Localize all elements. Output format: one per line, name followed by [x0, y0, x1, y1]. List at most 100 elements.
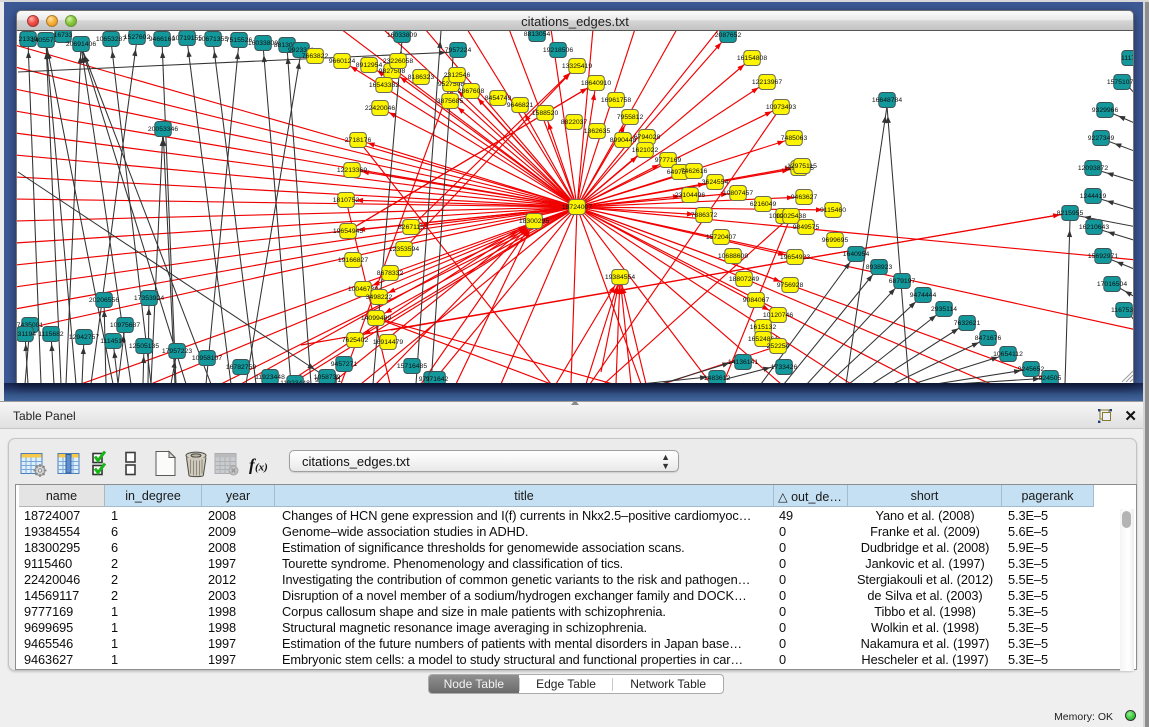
- svg-text:10973493: 10973493: [766, 104, 796, 111]
- svg-text:8990448: 8990448: [610, 137, 637, 144]
- svg-text:9115460: 9115460: [820, 207, 846, 214]
- svg-text:16210643: 16210643: [1079, 224, 1109, 231]
- svg-text:16782759: 16782759: [226, 364, 256, 371]
- svg-text:1362635: 1362635: [584, 128, 611, 135]
- svg-text:1527602: 1527602: [124, 34, 151, 41]
- svg-text:16648784: 16648784: [872, 97, 902, 104]
- svg-text:10807457: 10807457: [723, 190, 753, 197]
- svg-text:9777169: 9777169: [655, 157, 682, 164]
- svg-text:8813054: 8813054: [524, 31, 551, 38]
- svg-text:9227349: 9227349: [1088, 135, 1115, 142]
- svg-text:15692971: 15692971: [1088, 253, 1118, 260]
- svg-text:23226058: 23226058: [383, 58, 413, 65]
- svg-text:9463627: 9463627: [791, 194, 818, 201]
- svg-text:19654945: 19654945: [333, 228, 363, 235]
- svg-text:12093872: 12093872: [1078, 165, 1108, 172]
- svg-text:6216049: 6216049: [750, 201, 777, 208]
- svg-text:23104496: 23104496: [675, 192, 705, 199]
- svg-text:12353594: 12353594: [389, 246, 419, 253]
- svg-text:2312546: 2312546: [444, 72, 471, 79]
- svg-text:12942757: 12942757: [69, 334, 99, 341]
- svg-text:14136141: 14136141: [728, 359, 758, 366]
- svg-text:2087652: 2087652: [715, 32, 742, 39]
- svg-text:(x): (x): [255, 462, 268, 474]
- svg-text:8471676: 8471676: [975, 335, 1002, 342]
- svg-text:17957223: 17957223: [162, 348, 192, 355]
- svg-text:12975115: 12975115: [787, 163, 817, 170]
- svg-text:16914479: 16914479: [373, 339, 403, 346]
- svg-text:9474444: 9474444: [910, 292, 937, 299]
- svg-text:8822037: 8822037: [561, 119, 588, 126]
- svg-text:9660124: 9660124: [329, 58, 356, 65]
- svg-text:17353924: 17353924: [134, 295, 164, 302]
- svg-text:17016504: 17016504: [1097, 281, 1127, 288]
- svg-text:1167534: 1167534: [1111, 307, 1134, 314]
- svg-text:18640910: 18640910: [581, 80, 611, 87]
- svg-text:11172: 11172: [1121, 55, 1134, 62]
- svg-text:7886372: 7886372: [691, 212, 718, 219]
- svg-text:1615132: 1615132: [750, 324, 777, 331]
- svg-text:15716485: 15716485: [397, 363, 427, 370]
- svg-text:1244419: 1244419: [1080, 193, 1107, 200]
- svg-text:1733426: 1733426: [771, 364, 798, 371]
- svg-text:3875685: 3875685: [437, 98, 464, 105]
- svg-text:19654923: 19654923: [780, 254, 810, 261]
- svg-text:10654112: 10654112: [993, 351, 1023, 358]
- svg-text:1114519: 1114519: [100, 338, 126, 345]
- svg-text:10975687: 10975687: [110, 322, 140, 329]
- svg-text:15720407: 15720407: [706, 234, 736, 241]
- svg-text:12213967: 12213967: [752, 79, 782, 86]
- svg-text:19166827: 19166827: [338, 257, 368, 264]
- svg-text:22420046: 22420046: [365, 105, 395, 112]
- svg-text:8454749: 8454749: [485, 95, 512, 102]
- svg-text:3498222: 3498222: [366, 294, 393, 301]
- svg-text:3624554: 3624554: [702, 179, 729, 186]
- svg-text:8215955: 8215955: [1057, 210, 1084, 217]
- svg-text:13325419: 13325419: [562, 63, 592, 70]
- svg-text:11923448: 11923448: [255, 374, 285, 381]
- svg-text:7632621: 7632621: [954, 320, 981, 327]
- svg-text:7485063: 7485063: [781, 135, 808, 142]
- svg-text:16154808: 16154808: [737, 55, 767, 62]
- svg-text:9699695: 9699695: [822, 237, 849, 244]
- svg-text:1115682: 1115682: [38, 331, 64, 338]
- svg-text:12505135: 12505135: [129, 343, 159, 350]
- svg-text:8267115: 8267115: [398, 224, 424, 231]
- svg-text:1058739: 1058739: [314, 374, 341, 381]
- svg-text:20691406: 20691406: [66, 41, 96, 48]
- svg-text:1483612: 1483612: [704, 375, 731, 382]
- svg-text:10120746: 10120746: [763, 312, 793, 319]
- svg-text:19384554: 19384554: [605, 274, 635, 281]
- svg-text:9329966: 9329966: [1092, 107, 1119, 114]
- svg-text:10653287: 10653287: [96, 36, 126, 43]
- svg-text:19218506: 19218506: [543, 47, 573, 54]
- svg-text:9827508: 9827508: [379, 68, 406, 75]
- svg-text:2718176: 2718176: [345, 137, 372, 144]
- svg-text:971642: 971642: [426, 376, 449, 383]
- svg-text:2935114: 2935114: [931, 306, 957, 313]
- svg-text:18300295: 18300295: [519, 218, 549, 225]
- svg-text:10958107: 10958107: [192, 355, 222, 362]
- svg-text:1640954: 1640954: [843, 251, 870, 258]
- svg-text:9849575: 9849575: [793, 224, 820, 231]
- svg-text:7625402: 7625402: [342, 337, 369, 344]
- svg-text:18724007: 18724007: [562, 204, 592, 211]
- svg-text:9245652: 9245652: [1018, 366, 1045, 373]
- svg-text:16543382: 16543382: [369, 82, 399, 89]
- svg-text:16733: 16733: [54, 32, 73, 39]
- svg-text:1588520: 1588520: [532, 110, 559, 117]
- svg-text:924505: 924505: [1039, 375, 1062, 382]
- svg-text:1810752: 1810752: [333, 197, 360, 204]
- svg-text:16033809: 16033809: [387, 32, 417, 39]
- svg-text:6879197: 6879197: [889, 278, 916, 285]
- svg-text:18807249: 18807249: [729, 276, 759, 283]
- svg-text:16961758: 16961758: [601, 97, 631, 104]
- svg-text:10688609: 10688609: [718, 253, 748, 260]
- svg-text:12213369: 12213369: [337, 167, 367, 174]
- svg-text:9756928: 9756928: [777, 282, 804, 289]
- svg-text:8938923: 8938923: [866, 264, 893, 271]
- svg-text:14099489: 14099489: [361, 315, 391, 322]
- svg-text:331194: 331194: [17, 331, 36, 338]
- svg-text:9457271: 9457271: [331, 361, 358, 368]
- svg-text:7955812: 7955812: [617, 114, 644, 121]
